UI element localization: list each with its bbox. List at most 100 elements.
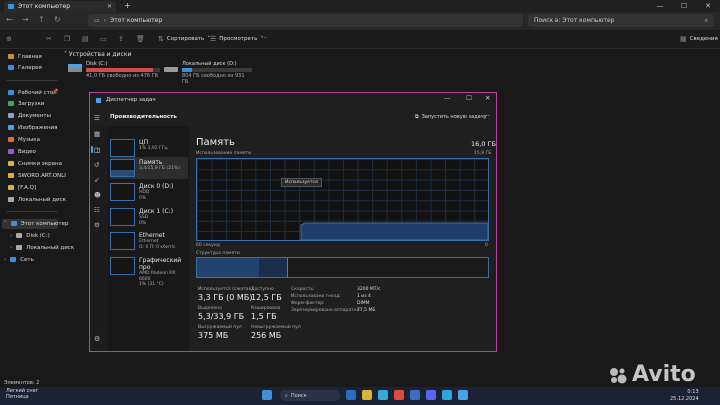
weather-day: Пятница: [6, 394, 29, 400]
resource-memory[interactable]: Память 3,4/15,9 ГБ (21%): [110, 157, 188, 179]
resource-name: Ethernet: [139, 232, 165, 239]
system-clock[interactable]: 0:13 25.12.2024: [670, 389, 699, 403]
resource-disk-0[interactable]: Диск 0 (D:) HDD 0%: [110, 181, 188, 203]
cut-button[interactable]: ✂: [46, 35, 52, 43]
sidebar-item-sao[interactable]: SWORD.ART.ONLI: [8, 171, 66, 180]
copy-button[interactable]: ❐: [64, 35, 70, 43]
paste-button[interactable]: ▤: [82, 35, 89, 43]
run-new-task-button[interactable]: ⧉ Запустить новую задачу: [415, 114, 487, 120]
stat-label: Выделено: [198, 306, 222, 311]
browser-icon[interactable]: [394, 390, 404, 400]
task-manager-taskbar-icon[interactable]: [458, 390, 468, 400]
tm-more-button[interactable]: ···: [484, 113, 490, 120]
sidebar-item-music[interactable]: Музыка: [8, 135, 40, 144]
sidebar-item-network[interactable]: › Сеть: [4, 255, 34, 264]
resource-sub2: 0%: [139, 220, 147, 226]
drives-section-header[interactable]: ˅ Устройства и диски: [64, 51, 131, 58]
tm-close-button[interactable]: ✕: [485, 94, 490, 102]
drive-d[interactable]: Локальный диск (D:) 804 ГБ свободно из 9…: [182, 61, 252, 85]
sidebar-item-this-pc[interactable]: ˅ Этот компьютер: [4, 219, 69, 228]
sidebar-item-videos[interactable]: Видео: [8, 147, 36, 156]
share-button[interactable]: ⇪: [118, 35, 124, 43]
delete-button[interactable]: 🗑: [136, 35, 145, 43]
memory-total: 16,0 ГБ: [471, 140, 496, 148]
file-explorer-icon[interactable]: [362, 390, 372, 400]
resource-cpu[interactable]: ЦП 1% 3,92 ГГц: [110, 137, 188, 159]
maximize-button[interactable]: ☐: [672, 0, 696, 12]
minimize-button[interactable]: —: [648, 0, 672, 12]
usage-area: [300, 222, 488, 240]
command-bar: [0, 31, 720, 49]
sidebar-item-screenshots[interactable]: Снимки экрана: [8, 159, 62, 168]
sort-button[interactable]: ⇅ Сортировать ˅: [158, 35, 210, 43]
discord-icon[interactable]: [426, 390, 436, 400]
settings-gear-icon[interactable]: ⚙: [94, 335, 100, 343]
performance-icon[interactable]: ◫: [94, 146, 100, 154]
processes-icon[interactable]: ▦: [94, 130, 100, 138]
run-task-label: Запустить новую задачу: [421, 114, 487, 120]
back-button[interactable]: ←: [6, 15, 13, 24]
drive-free: 804 ГБ свободно из 931 ГБ: [182, 73, 245, 85]
resource-ethernet[interactable]: Ethernet Ethernet О: 0 П: 0 кбит/с: [110, 230, 188, 252]
forward-button[interactable]: →: [22, 15, 29, 24]
weather-widget[interactable]: Легкий снег Пятница: [6, 388, 38, 400]
search-input[interactable]: Поиск в: Этот компьютер ⌕: [528, 14, 714, 27]
taskbar-search[interactable]: ⌕ Поиск: [280, 390, 340, 401]
new-tab-button[interactable]: +: [124, 1, 131, 10]
sort-icon: ⇅: [158, 35, 164, 43]
sidebar-item-pictures[interactable]: Изображения: [8, 123, 57, 132]
resource-name: Диск 1 (C:): [139, 208, 174, 215]
telegram-icon[interactable]: [442, 390, 452, 400]
hamburger-menu-icon[interactable]: ☰: [94, 114, 100, 122]
view-label: Просмотреть: [219, 36, 258, 42]
close-window-button[interactable]: ✕: [696, 0, 720, 12]
more-button[interactable]: ···: [262, 35, 267, 41]
resource-sub: 1% 3,92 ГГц: [139, 146, 168, 151]
task-view-icon[interactable]: [346, 390, 356, 400]
up-button[interactable]: ↑: [38, 15, 45, 24]
rename-icon: ▭: [100, 35, 107, 43]
close-tab-icon[interactable]: ✕: [107, 3, 112, 10]
sidebar-item-desktop[interactable]: Рабочий стол: [8, 88, 57, 97]
search-placeholder: Поиск в: Этот компьютер: [534, 17, 615, 24]
rename-button[interactable]: ▭: [100, 35, 107, 43]
startup-apps-icon[interactable]: ➶: [94, 176, 99, 184]
start-button[interactable]: [262, 390, 272, 400]
users-icon[interactable]: ☻: [94, 191, 101, 199]
sidebar-item-gallery[interactable]: Галерея: [8, 63, 42, 72]
sidebar-item-local-disk[interactable]: Локальный диск: [8, 195, 66, 204]
drive-icon: [16, 233, 23, 238]
resource-gpu[interactable]: Графический про AMD Radeon RX 6600 1% (31 …: [110, 255, 188, 287]
sidebar-item-downloads[interactable]: Загрузки: [8, 99, 44, 108]
network-icon: [10, 257, 17, 262]
structure-divider: [287, 258, 288, 277]
tm-minimize-button[interactable]: —: [444, 94, 451, 102]
refresh-button[interactable]: ↻: [54, 15, 61, 24]
new-button[interactable]: ⊕: [6, 35, 12, 43]
sidebar-item-home[interactable]: Главная: [8, 52, 42, 61]
details-button[interactable]: ▦ Сведения: [680, 35, 718, 43]
chevron-right-icon: ›: [10, 232, 13, 239]
drive-name: Disk (C:): [86, 61, 108, 67]
resource-sub2: 0%: [139, 195, 147, 201]
view-button[interactable]: ☰ Просмотреть ˅: [210, 35, 263, 43]
drive-c-icon: [68, 62, 82, 73]
app-history-icon[interactable]: ↺: [94, 161, 99, 169]
resource-disk-1[interactable]: Диск 1 (C:) SSD 0%: [110, 206, 188, 228]
sidebar-item-faq[interactable]: [F.A.Q]: [8, 183, 36, 192]
address-bar[interactable]: ▭ › Этот компьютер: [88, 14, 523, 27]
sidebar-item-disk-d[interactable]: › Локальный диск: [10, 243, 74, 252]
steam-icon[interactable]: [410, 390, 420, 400]
tab-this-pc[interactable]: Этот компьютер ✕: [4, 1, 116, 12]
details-list-icon[interactable]: ☷: [94, 206, 100, 214]
tm-maximize-button[interactable]: ☐: [466, 94, 472, 102]
structure-modified: [259, 258, 288, 277]
drive-c[interactable]: Disk (C:) 41,0 ГБ свободно из 476 ГБ: [86, 61, 160, 79]
details-label: Сведения: [689, 36, 718, 42]
sidebar-label: Музыка: [18, 136, 40, 143]
edge-icon[interactable]: [378, 390, 388, 400]
sidebar-item-documents[interactable]: Документы: [8, 111, 51, 120]
sidebar-item-disk-c[interactable]: › Disk (C:): [10, 231, 50, 240]
sidebar-label: Изображения: [18, 124, 58, 131]
services-icon[interactable]: ⚙: [94, 221, 100, 229]
